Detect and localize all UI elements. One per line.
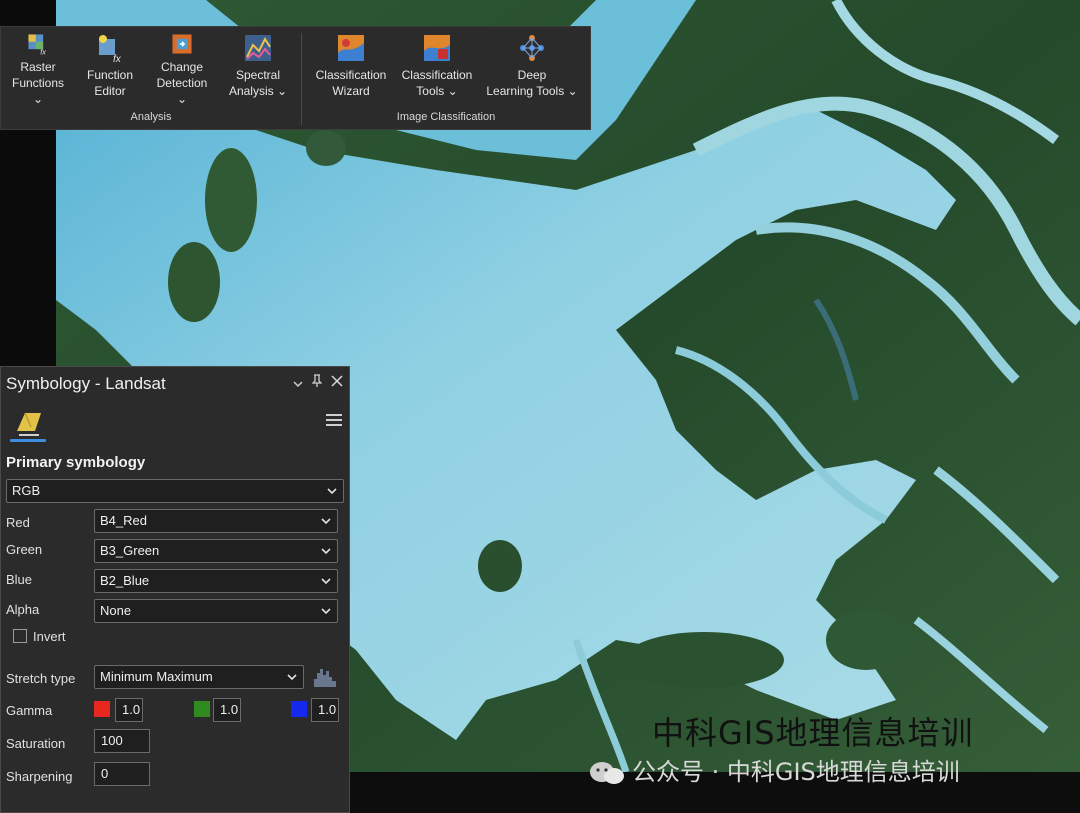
wechat-icon: [590, 762, 624, 784]
classification-tools-line1: Classification: [401, 68, 473, 82]
change-detection-icon: [172, 34, 192, 54]
stretch-type-value: Minimum Maximum: [100, 669, 213, 684]
primary-symbology-heading: Primary symbology: [6, 454, 146, 471]
alpha-band-label: Alpha: [6, 602, 40, 617]
classification-tools-line2: Tools ⌄: [416, 84, 458, 98]
deep-learning-line2: Learning Tools ⌄: [486, 84, 578, 98]
blue-band-value: B2_Blue: [100, 573, 150, 588]
raster-functions-line2: Functions ⌄: [11, 76, 65, 106]
gamma-red-swatch: [94, 701, 110, 717]
invert-checkbox[interactable]: [13, 629, 27, 643]
chevron-down-icon: [321, 608, 331, 615]
classification-wizard-icon: [338, 35, 364, 61]
chevron-down-icon: [287, 674, 297, 681]
close-icon[interactable]: [331, 375, 343, 390]
spectral-analysis-icon: [245, 35, 271, 61]
alpha-band-value: None: [100, 603, 132, 618]
gamma-red-input[interactable]: 1.0: [115, 698, 143, 722]
red-band-dropdown[interactable]: B4_Red: [94, 509, 338, 533]
red-band-value: B4_Red: [100, 513, 147, 528]
sharpening-label: Sharpening: [6, 769, 73, 784]
classification-wizard-line1: Classification: [315, 68, 387, 82]
classification-wizard-line2: Wizard: [332, 84, 370, 98]
red-band-label: Red: [6, 515, 30, 530]
deep-learning-tools-button[interactable]: Deep Learning Tools ⌄: [485, 33, 579, 107]
saturation-label: Saturation: [6, 736, 66, 751]
gamma-green-input[interactable]: 1.0: [213, 698, 241, 722]
pane-title: Symbology - Landsat: [6, 374, 166, 393]
function-editor-icon: fx: [99, 35, 122, 63]
svg-text:fx: fx: [40, 47, 46, 55]
chevron-down-icon[interactable]: [293, 377, 303, 391]
svg-text:fx: fx: [113, 54, 122, 63]
change-detection-button[interactable]: Change Detection ⌄: [151, 33, 213, 107]
gamma-green-swatch: [194, 701, 210, 717]
watermark-account: 公众号 · 中科GIS地理信息培训: [588, 752, 960, 787]
green-band-label: Green: [6, 542, 43, 557]
alpha-band-dropdown[interactable]: None: [94, 599, 338, 623]
stretch-type-dropdown[interactable]: Minimum Maximum: [94, 665, 304, 689]
chevron-down-icon: [321, 518, 331, 525]
watermark-account-text: 公众号 · 中科GIS地理信息培训: [632, 758, 960, 786]
raster-functions-icon: fx: [28, 34, 46, 55]
deep-learning-icon: [520, 35, 544, 61]
raster-functions-line1: Raster: [20, 60, 56, 74]
function-editor-line2: Editor: [94, 84, 126, 98]
sharpening-input[interactable]: 0: [94, 762, 150, 786]
group-label-analysis: Analysis: [130, 111, 172, 123]
spectral-analysis-button[interactable]: Spectral Analysis ⌄: [227, 33, 289, 107]
stretch-type-label: Stretch type: [6, 671, 76, 686]
symbology-tab-icon[interactable]: [11, 407, 45, 441]
green-band-value: B3_Green: [100, 543, 160, 558]
classification-tools-button[interactable]: Classification Tools ⌄: [399, 33, 475, 107]
classification-wizard-button[interactable]: Classification Wizard: [313, 33, 389, 107]
chevron-down-icon: [321, 578, 331, 585]
invert-label: Invert: [33, 629, 66, 644]
pin-icon[interactable]: [311, 374, 323, 391]
saturation-input[interactable]: 100: [94, 729, 150, 753]
blue-band-label: Blue: [6, 572, 33, 587]
classification-tools-icon: [424, 35, 450, 61]
histogram-icon[interactable]: [312, 665, 338, 689]
ribbon-toolbar: fx Raster Functions ⌄ fx Function Editor…: [0, 26, 591, 130]
group-label-image-classification: Image Classification: [396, 111, 496, 123]
symbology-pane: Symbology - Landsat Primary symbology RG…: [0, 366, 350, 813]
blue-band-dropdown[interactable]: B2_Blue: [94, 569, 338, 593]
gamma-label: Gamma: [6, 703, 53, 718]
chevron-down-icon: [321, 548, 331, 555]
chevron-down-icon: [327, 488, 337, 495]
function-editor-button[interactable]: fx Function Editor: [81, 33, 139, 107]
spectral-analysis-line2: Analysis ⌄: [228, 84, 288, 98]
menu-icon[interactable]: [326, 414, 342, 428]
deep-learning-line1: Deep: [517, 68, 547, 82]
spectral-analysis-line1: Spectral: [235, 68, 281, 82]
green-band-dropdown[interactable]: B3_Green: [94, 539, 338, 563]
active-tab-indicator: [10, 439, 46, 442]
function-editor-line1: Function: [86, 68, 134, 82]
gamma-blue-swatch: [291, 701, 307, 717]
change-detection-line1: Change: [160, 60, 204, 74]
renderer-dropdown[interactable]: RGB: [6, 479, 344, 503]
renderer-value: RGB: [12, 483, 41, 498]
gamma-blue-input[interactable]: 1.0: [311, 698, 339, 722]
watermark-text: 中科GIS地理信息培训: [652, 714, 974, 752]
change-detection-line2: Detection ⌄: [156, 76, 208, 106]
raster-functions-button[interactable]: fx Raster Functions ⌄: [9, 33, 67, 107]
